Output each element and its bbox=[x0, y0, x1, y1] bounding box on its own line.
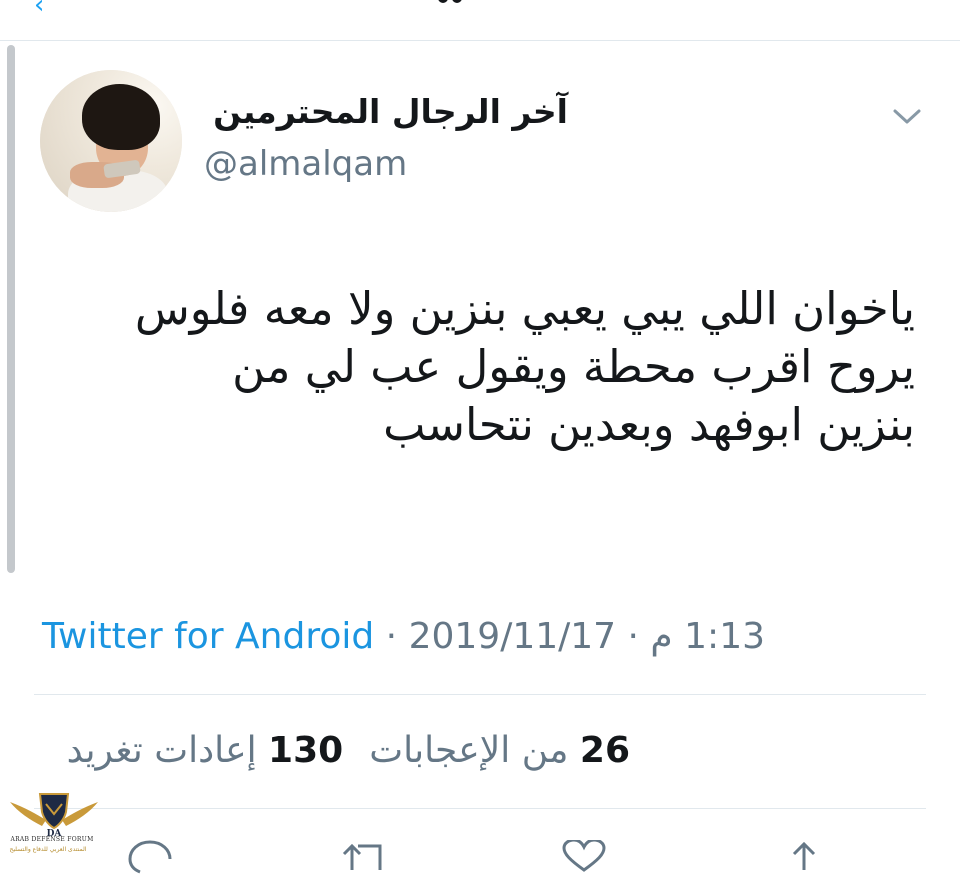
tweet-line: يروح اقرب محطة ويقول عب لي من bbox=[232, 340, 915, 393]
meta-separator: · bbox=[374, 616, 409, 657]
author-display-name[interactable]: آخر الرجال المحترمين bbox=[213, 92, 568, 131]
tweet-time: 1:13 م bbox=[650, 616, 765, 657]
likes-count: 26 bbox=[579, 730, 630, 771]
tweet-source-link[interactable]: Twitter for Android bbox=[42, 616, 374, 657]
scrollbar[interactable] bbox=[7, 45, 15, 573]
reply-icon[interactable] bbox=[126, 840, 174, 880]
tweet-text: ياخوان اللي يبي يعبي بنزين ولا معه فلوس … bbox=[15, 280, 915, 454]
retweets-label: إعادات تغريد bbox=[66, 730, 257, 771]
retweets-stat[interactable]: 130 إعادات تغريد bbox=[67, 730, 344, 771]
retweets-count: 130 bbox=[268, 730, 344, 771]
share-icon[interactable] bbox=[780, 840, 828, 880]
tweet-line: بنزين ابوفهد وبعدين نتحاسب bbox=[383, 398, 915, 451]
header-title-glyph bbox=[438, 0, 488, 8]
watermark-line-en: ARAB DEFENSE FORUM bbox=[10, 836, 94, 843]
author-handle[interactable]: @almalqam bbox=[204, 144, 407, 184]
app-header: ‹ bbox=[0, 0, 960, 41]
avatar-hair bbox=[82, 84, 160, 150]
back-arrow-icon[interactable]: ‹ bbox=[34, 0, 44, 20]
tweet-line: ياخوان اللي يبي يعبي بنزين ولا معه فلوس bbox=[134, 282, 915, 335]
tweet-date: 2019/11/17 bbox=[408, 616, 617, 657]
profile-avatar[interactable] bbox=[40, 70, 182, 212]
watermark-line-ar: المنتدى العربي للدفاع والتسليح bbox=[9, 846, 87, 853]
divider bbox=[34, 808, 926, 809]
action-bar bbox=[0, 830, 960, 874]
chevron-down-icon[interactable] bbox=[892, 104, 922, 128]
divider bbox=[34, 694, 926, 695]
meta-separator: · bbox=[616, 616, 651, 657]
tweet-meta: Twitter for Android · 2019/11/17 · 1:13 … bbox=[42, 616, 765, 657]
tweet-stats: 26 من الإعجابات 130 إعادات تغريد bbox=[67, 730, 630, 771]
heart-icon[interactable] bbox=[560, 840, 608, 880]
likes-stat[interactable]: 26 من الإعجابات bbox=[369, 730, 630, 771]
likes-label: من الإعجابات bbox=[369, 730, 569, 771]
retweet-icon[interactable] bbox=[340, 840, 388, 880]
